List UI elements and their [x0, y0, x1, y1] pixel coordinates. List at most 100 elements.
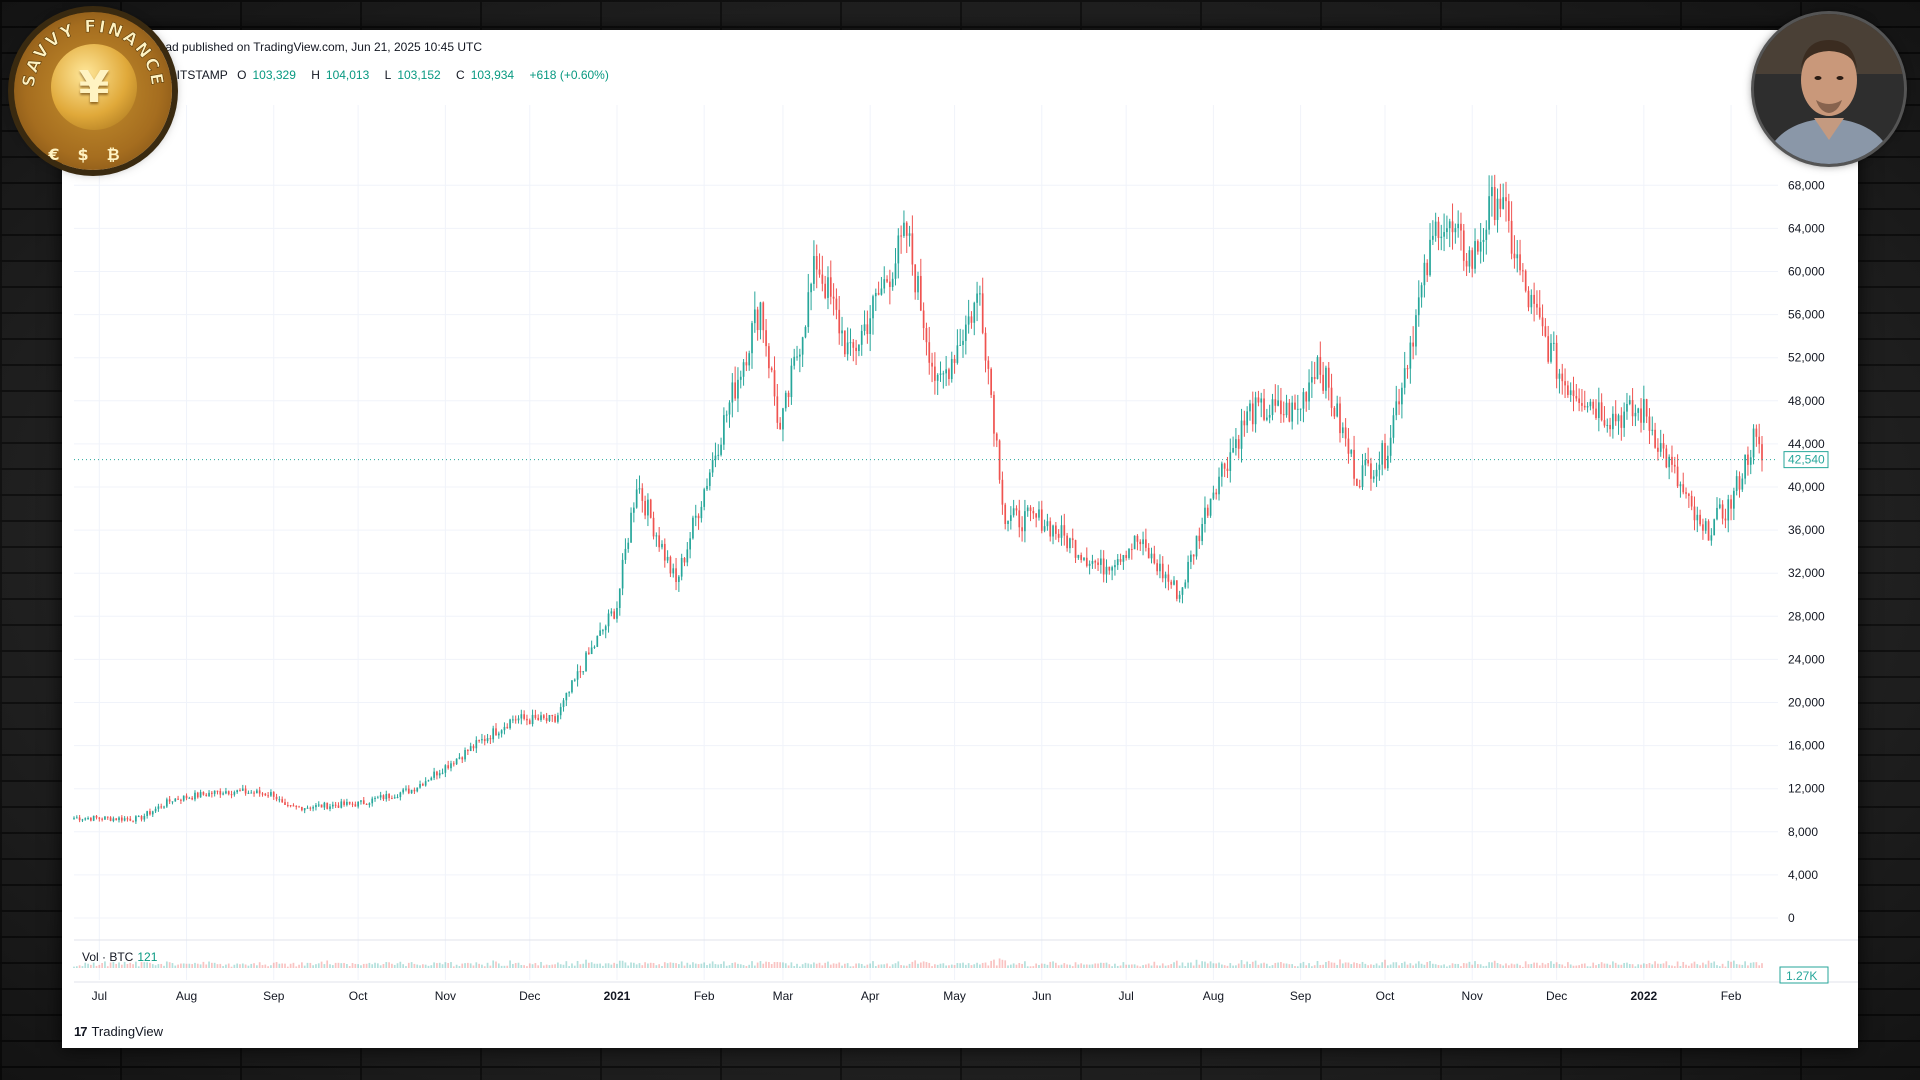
- candle-body: [1440, 236, 1443, 239]
- volume-bar: [1485, 965, 1488, 968]
- volume-bar: [132, 964, 134, 968]
- candle-body: [1550, 342, 1552, 362]
- candle-body: [1296, 408, 1299, 410]
- candle-body: [1232, 447, 1234, 453]
- volume-bar: [613, 962, 616, 968]
- candle-body: [1370, 463, 1372, 479]
- volume-bar: [841, 965, 843, 968]
- y-tick-label: 56,000: [1788, 308, 1825, 322]
- candle-body: [759, 302, 762, 331]
- volume-bar: [1316, 961, 1319, 968]
- volume-bar: [1130, 964, 1133, 968]
- volume-bar: [1710, 962, 1713, 968]
- volume-bar: [1263, 962, 1265, 968]
- volume-bar: [919, 962, 922, 968]
- candle-body: [1727, 499, 1730, 521]
- volume-bar: [1142, 965, 1144, 968]
- volume-bar: [1125, 964, 1128, 968]
- candle-body: [1572, 390, 1575, 397]
- volume-bar: [301, 962, 303, 968]
- candle-body: [1240, 420, 1243, 449]
- volume-bar: [616, 963, 618, 968]
- volume-bar: [1246, 961, 1249, 968]
- candle-body: [1170, 581, 1173, 585]
- candle-body: [770, 368, 773, 371]
- candle-body: [1361, 465, 1364, 488]
- candle-body: [858, 344, 860, 352]
- volume-bar: [1527, 964, 1530, 968]
- volume-bar: [1561, 964, 1564, 968]
- volume-bar: [745, 966, 748, 968]
- volume-bar: [1699, 965, 1701, 968]
- volume-bar: [973, 964, 976, 968]
- candle-body: [329, 806, 331, 809]
- volume-bar: [537, 965, 540, 968]
- volume-bar: [1156, 965, 1158, 968]
- volume-bar: [165, 961, 168, 968]
- volume-bar: [934, 964, 936, 968]
- volume-bar: [1136, 965, 1139, 968]
- candle-body: [1609, 424, 1611, 430]
- volume-bar: [1257, 964, 1260, 968]
- candle-body: [129, 818, 132, 821]
- volume-bar: [343, 962, 345, 968]
- volume-bar: [1747, 965, 1749, 968]
- candle-body: [104, 816, 106, 820]
- candle-body: [1522, 270, 1524, 272]
- candle-body: [1637, 408, 1640, 413]
- volume-bar: [452, 966, 455, 968]
- volume-bar: [256, 965, 258, 968]
- candle-body: [869, 318, 872, 335]
- candle-body: [112, 818, 115, 821]
- volume-bar: [987, 965, 990, 968]
- candle-body: [1339, 403, 1341, 434]
- candle-body: [1052, 525, 1054, 537]
- volume-bar: [624, 962, 627, 968]
- volume-bar: [604, 963, 607, 968]
- volume-bar: [1420, 963, 1423, 968]
- candle-body: [371, 798, 374, 804]
- candle-body: [275, 796, 278, 800]
- volume-bar: [1009, 964, 1012, 968]
- volume-bar: [365, 963, 368, 968]
- candle-body: [1578, 398, 1580, 404]
- volume-bar: [1735, 964, 1738, 968]
- candle-body: [1187, 561, 1189, 583]
- price-chart[interactable]: 0 4,000 8,000 12,000 16,000 20,000 24,000 28,00…: [62, 30, 1858, 1048]
- candle-body: [1001, 479, 1004, 505]
- candle-body: [962, 340, 964, 345]
- candle-body: [1105, 566, 1108, 575]
- volume-bar: [644, 962, 646, 968]
- volume-bar: [362, 963, 365, 968]
- volume-bar: [270, 965, 272, 968]
- volume-bar: [1612, 961, 1614, 968]
- candle-body: [1212, 492, 1215, 499]
- volume-bar: [177, 964, 179, 968]
- volume-bar: [98, 964, 101, 968]
- candle-body: [1479, 241, 1482, 252]
- volume-bar: [1626, 962, 1628, 968]
- candle-body: [1569, 390, 1572, 395]
- candle-body: [557, 715, 559, 722]
- candle-body: [846, 342, 849, 355]
- volume-bar: [1642, 963, 1645, 968]
- volume-bar: [993, 959, 995, 968]
- candle-body: [1018, 510, 1021, 528]
- candle-body: [1260, 398, 1263, 403]
- candle-body: [551, 714, 554, 717]
- tradingview-wordmark: TradingView: [91, 1024, 164, 1039]
- volume-bar: [1403, 961, 1406, 968]
- candle-body: [1356, 478, 1358, 486]
- candle-body: [942, 373, 945, 375]
- volume-bar: [1752, 962, 1755, 968]
- candle-body: [213, 790, 216, 794]
- tradingview-logo[interactable]: 17 TradingView: [74, 1024, 163, 1039]
- volume-bar: [765, 961, 767, 968]
- candle-body: [565, 692, 568, 701]
- volume-bar: [1578, 965, 1580, 968]
- candle-body: [1097, 562, 1099, 565]
- volume-bar: [1440, 965, 1443, 968]
- volume-bar: [438, 962, 441, 968]
- candle-body: [768, 346, 770, 369]
- volume-bar: [1581, 963, 1583, 968]
